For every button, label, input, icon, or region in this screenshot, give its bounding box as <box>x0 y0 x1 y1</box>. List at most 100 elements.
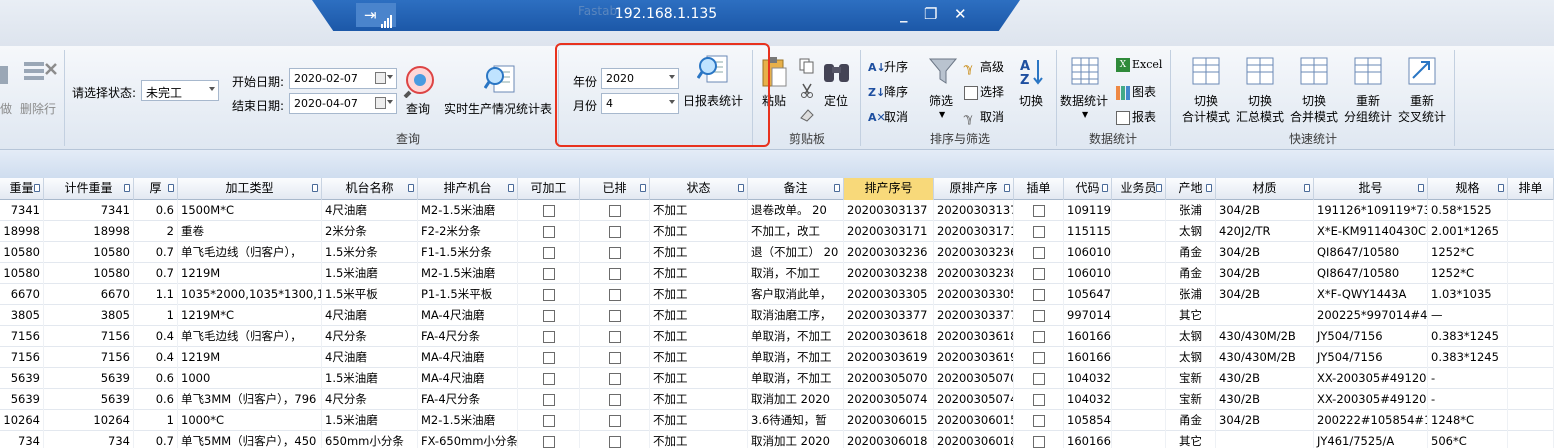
table-cell[interactable]: 430/2B <box>1216 368 1314 389</box>
table-cell[interactable] <box>580 368 650 389</box>
table-cell[interactable]: 304/2B <box>1216 242 1314 263</box>
checkbox[interactable] <box>608 435 621 448</box>
checkbox[interactable] <box>542 204 555 217</box>
column-header[interactable]: 批号 <box>1314 178 1428 200</box>
table-row[interactable]: 7156 7156 0.4 单飞毛边线（归客户）， 4尺分条 FA-4尺分条 不加工 单取消，… <box>0 326 1554 347</box>
checkbox[interactable] <box>1032 309 1045 322</box>
table-cell[interactable]: 1.5米分条 <box>322 242 418 263</box>
table-cell[interactable]: 0.4 <box>134 347 178 368</box>
table-cell[interactable]: 重卷 <box>178 221 322 242</box>
eraser-icon[interactable] <box>799 106 815 122</box>
table-cell[interactable]: 太钢 <box>1166 347 1216 368</box>
table-cell[interactable] <box>1112 389 1166 410</box>
checkbox[interactable] <box>1032 225 1045 238</box>
table-cell[interactable]: 18998 <box>0 221 44 242</box>
table-cell[interactable]: 5639 <box>44 389 134 410</box>
close-icon[interactable]: ✕ <box>954 5 967 23</box>
table-cell[interactable]: 430/430M/2B <box>1216 326 1314 347</box>
table-cell[interactable]: 1500M*C <box>178 200 322 221</box>
table-cell[interactable] <box>518 284 580 305</box>
table-cell[interactable]: 20200303377 <box>934 305 1014 326</box>
table-cell[interactable] <box>1508 389 1554 410</box>
table-cell[interactable]: 1000*C <box>178 410 322 431</box>
advanced-filter-button[interactable]: ℽ 高级 <box>964 58 1004 75</box>
table-cell[interactable] <box>1112 200 1166 221</box>
table-cell[interactable]: JY504/7156 <box>1314 347 1428 368</box>
table-cell[interactable] <box>1014 326 1064 347</box>
checkbox[interactable] <box>608 267 621 280</box>
table-cell[interactable] <box>580 221 650 242</box>
checkbox[interactable] <box>608 330 621 343</box>
table-cell[interactable]: 5639 <box>0 368 44 389</box>
table-cell[interactable]: 1252*C <box>1428 263 1508 284</box>
table-cell[interactable]: 不加工 <box>650 284 748 305</box>
cross-stats-button[interactable]: 重新 交叉统计 <box>1396 56 1448 126</box>
filter-cancel-button[interactable]: ℽ 取消 <box>964 108 1004 125</box>
table-cell[interactable]: 3805 <box>44 305 134 326</box>
table-cell[interactable]: 不加工 <box>650 347 748 368</box>
table-cell[interactable] <box>518 263 580 284</box>
table-cell[interactable] <box>1112 410 1166 431</box>
table-cell[interactable]: 2米分条 <box>322 221 418 242</box>
table-cell[interactable]: 10580 <box>44 242 134 263</box>
table-row[interactable]: 10580 10580 0.7 单飞毛边线（归客户）， 1.5米分条 F1-1.5米分条不… <box>0 242 1554 263</box>
table-cell[interactable]: 105854 <box>1064 410 1112 431</box>
table-cell[interactable] <box>580 389 650 410</box>
table-cell[interactable]: 420J2/TR <box>1216 221 1314 242</box>
checkbox[interactable] <box>608 246 621 259</box>
table-row[interactable]: 7341 7341 0.6 1500M*C 4尺油磨 M2-1.5米油磨 不加工 退卷改单。 … <box>0 200 1554 221</box>
table-cell[interactable]: FX-650mm小分条 <box>418 431 518 448</box>
copy-icon[interactable] <box>799 58 815 74</box>
table-cell[interactable]: 20200303236 <box>844 242 934 263</box>
table-cell[interactable]: 不加工 <box>650 368 748 389</box>
table-cell[interactable]: 张浦 <box>1166 284 1216 305</box>
table-cell[interactable] <box>1112 284 1166 305</box>
table-cell[interactable]: 20200306015 <box>934 410 1014 431</box>
table-cell[interactable]: 单取消，不加工 <box>748 368 844 389</box>
table-cell[interactable]: 20200305074 <box>844 389 934 410</box>
table-cell[interactable]: 0.383*1245 <box>1428 326 1508 347</box>
table-cell[interactable]: 退卷改单。 20 <box>748 200 844 221</box>
table-cell[interactable]: FA-4尺分条 <box>418 389 518 410</box>
table-cell[interactable] <box>580 410 650 431</box>
table-cell[interactable] <box>1216 431 1314 448</box>
table-cell[interactable]: FA-4尺分条 <box>418 326 518 347</box>
checkbox[interactable] <box>1032 267 1045 280</box>
table-cell[interactable]: 4尺分条 <box>322 389 418 410</box>
table-cell[interactable]: 单飞3MM（归客户），796 <box>178 389 322 410</box>
table-cell[interactable]: 退（不加工） 20 <box>748 242 844 263</box>
delete-row-button[interactable]: 删除行 <box>18 56 60 116</box>
table-cell[interactable]: 650mm小分条 <box>322 431 418 448</box>
table-cell[interactable]: 304/2B <box>1216 263 1314 284</box>
table-cell[interactable]: 不加工 <box>650 263 748 284</box>
column-header[interactable]: 加工类型 <box>178 178 322 200</box>
table-cell[interactable]: 7156 <box>44 326 134 347</box>
table-cell[interactable]: 115115 <box>1064 221 1112 242</box>
table-cell[interactable]: M2-1.5米油磨 <box>418 410 518 431</box>
table-cell[interactable] <box>518 326 580 347</box>
table-cell[interactable]: 20200303137 <box>844 200 934 221</box>
checkbox[interactable] <box>608 414 621 427</box>
table-cell[interactable] <box>1508 242 1554 263</box>
table-cell[interactable]: 宝新 <box>1166 368 1216 389</box>
checkbox[interactable] <box>1032 288 1045 301</box>
sort-asc-button[interactable]: A↓升序 <box>868 58 908 75</box>
table-row[interactable]: 734 734 0.7 单飞5MM（归客户），450 650mm小分条 FX-650mm小… <box>0 431 1554 448</box>
table-cell[interactable]: 430/430M/2B <box>1216 347 1314 368</box>
table-cell[interactable]: 20200303171 <box>934 221 1014 242</box>
toggle-button[interactable]: AZ 切换 <box>1016 56 1050 110</box>
column-header[interactable]: 状态 <box>650 178 748 200</box>
table-cell[interactable]: 其它 <box>1166 431 1216 448</box>
table-cell[interactable]: 1252*C <box>1428 242 1508 263</box>
column-header[interactable]: 重量 <box>0 178 44 200</box>
table-cell[interactable]: M2-1.5米油磨 <box>418 263 518 284</box>
checkbox[interactable] <box>608 225 621 238</box>
column-header[interactable]: 备注 <box>748 178 844 200</box>
checkbox[interactable] <box>1032 330 1045 343</box>
chart-button[interactable]: 图表 <box>1116 83 1156 100</box>
table-cell[interactable]: X*E-KM91140430C00 <box>1314 221 1428 242</box>
table-cell[interactable]: 20200303171 <box>844 221 934 242</box>
checkbox[interactable] <box>542 246 555 259</box>
table-cell[interactable] <box>518 410 580 431</box>
table-cell[interactable] <box>518 200 580 221</box>
